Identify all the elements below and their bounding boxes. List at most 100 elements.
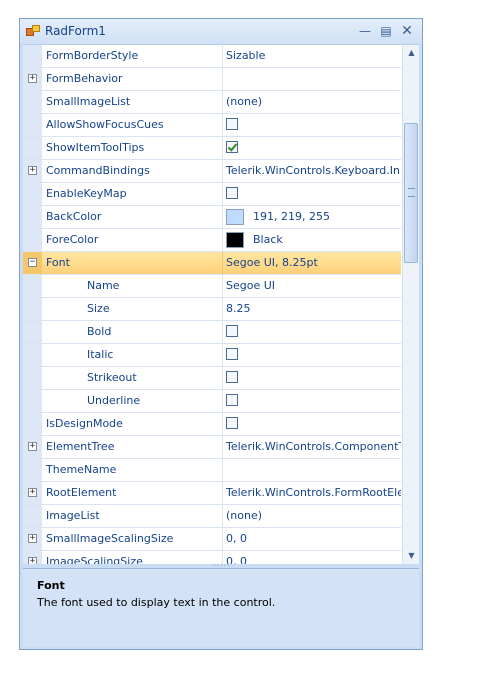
row-gutter: + — [23, 482, 42, 504]
column-divider — [222, 482, 223, 504]
minimize-icon: — — [359, 24, 371, 38]
column-divider — [222, 160, 223, 182]
property-value[interactable]: Telerik.WinControls.Keyboard.Inpu — [226, 160, 401, 182]
column-divider — [222, 298, 223, 320]
column-divider — [222, 344, 223, 366]
property-row[interactable]: BackColor 191, 219, 255 — [23, 206, 401, 229]
scroll-thumb[interactable] — [404, 123, 418, 263]
property-checkbox[interactable] — [226, 141, 238, 153]
property-row[interactable]: − Font Segoe UI, 8.25pt — [23, 252, 401, 275]
expand-icon[interactable]: + — [28, 74, 37, 83]
property-name: FormBehavior — [46, 72, 123, 85]
property-row[interactable]: ThemeName — [23, 459, 401, 482]
property-row[interactable]: + FormBehavior — [23, 68, 401, 91]
maximize-button[interactable]: ▤ — [378, 23, 394, 39]
property-value[interactable]: Black — [253, 229, 419, 251]
property-row[interactable]: Strikeout — [23, 367, 401, 390]
property-checkbox[interactable] — [226, 118, 238, 130]
property-value[interactable]: 0, 0 — [226, 551, 401, 565]
property-row[interactable]: ImageList (none) — [23, 505, 401, 528]
property-row[interactable]: + ElementTree Telerik.WinControls.Componen… — [23, 436, 401, 459]
maximize-icon: ▤ — [380, 24, 392, 38]
row-gutter — [23, 206, 42, 228]
property-name: SmallImageScalingSize — [46, 532, 174, 545]
property-row[interactable]: Size 8.25 — [23, 298, 401, 321]
property-value[interactable]: (none) — [226, 505, 401, 527]
help-description: The font used to display text in the con… — [37, 596, 276, 609]
property-value[interactable] — [226, 68, 401, 90]
property-value[interactable]: 8.25 — [226, 298, 401, 320]
property-name: ImageScalingSize — [46, 555, 143, 565]
property-name: ImageList — [46, 509, 100, 522]
row-gutter — [23, 114, 42, 136]
property-value[interactable]: Telerik.WinControls.FormRootElem — [226, 482, 401, 504]
row-gutter: + — [23, 68, 42, 90]
property-checkbox[interactable] — [226, 394, 238, 406]
radform-window: RadForm1 — ▤ ✕ FormBorderStyle Sizable + Fo… — [19, 18, 423, 650]
property-checkbox[interactable] — [226, 187, 238, 199]
property-name: CommandBindings — [46, 164, 150, 177]
property-row[interactable]: FormBorderStyle Sizable — [23, 45, 401, 68]
column-divider — [222, 229, 223, 251]
property-value[interactable]: 191, 219, 255 — [253, 206, 419, 228]
property-row[interactable]: ShowItemToolTips — [23, 137, 401, 160]
expand-icon[interactable]: + — [28, 166, 37, 175]
vertical-scrollbar[interactable]: ▲ ▼ — [402, 45, 419, 565]
property-value[interactable]: Segoe UI, 8.25pt — [226, 252, 401, 274]
property-value[interactable]: Telerik.WinControls.ComponentTh — [226, 436, 401, 458]
collapse-icon[interactable]: − — [28, 258, 37, 267]
property-row[interactable]: + RootElement Telerik.WinControls.FormRoot… — [23, 482, 401, 505]
property-row[interactable]: IsDesignMode — [23, 413, 401, 436]
help-panel: Font The font used to display text in th… — [23, 568, 419, 647]
property-value[interactable] — [226, 459, 401, 481]
property-row[interactable]: Bold — [23, 321, 401, 344]
column-divider — [222, 68, 223, 90]
property-value[interactable]: (none) — [226, 91, 401, 113]
property-row[interactable]: + ImageScalingSize 0, 0 — [23, 551, 401, 565]
scroll-up-arrow-icon[interactable]: ▲ — [403, 45, 419, 61]
property-row[interactable]: Name Segoe UI — [23, 275, 401, 298]
property-row[interactable]: ForeColor Black — [23, 229, 401, 252]
expand-icon[interactable]: + — [28, 442, 37, 451]
property-name: ThemeName — [46, 463, 117, 476]
expand-icon[interactable]: + — [28, 534, 37, 543]
property-checkbox[interactable] — [226, 371, 238, 383]
property-row[interactable]: + CommandBindings Telerik.WinControls.Keyb… — [23, 160, 401, 183]
scroll-down-arrow-icon[interactable]: ▼ — [403, 548, 419, 564]
property-row[interactable]: Italic — [23, 344, 401, 367]
column-divider — [222, 137, 223, 159]
property-name: RootElement — [46, 486, 117, 499]
column-divider — [222, 275, 223, 297]
property-checkbox[interactable] — [226, 325, 238, 337]
property-row[interactable]: SmallImageList (none) — [23, 91, 401, 114]
color-swatch — [226, 209, 244, 225]
column-divider — [222, 528, 223, 550]
property-row[interactable]: + SmallImageScalingSize 0, 0 — [23, 528, 401, 551]
title-bar[interactable]: RadForm1 — ▤ ✕ — [20, 19, 422, 44]
column-divider — [222, 436, 223, 458]
property-row[interactable]: Underline — [23, 390, 401, 413]
property-value[interactable]: 0, 0 — [226, 528, 401, 550]
close-button[interactable]: ✕ — [399, 23, 415, 39]
column-divider — [222, 114, 223, 136]
expand-icon[interactable]: + — [28, 488, 37, 497]
property-name: EnableKeyMap — [46, 187, 127, 200]
property-value[interactable]: Segoe UI — [226, 275, 401, 297]
property-name: IsDesignMode — [46, 417, 123, 430]
row-gutter — [23, 505, 42, 527]
property-row[interactable]: AllowShowFocusCues — [23, 114, 401, 137]
column-divider — [222, 321, 223, 343]
property-name: SmallImageList — [46, 95, 131, 108]
minimize-button[interactable]: — — [357, 23, 373, 39]
column-divider — [222, 459, 223, 481]
property-grid[interactable]: FormBorderStyle Sizable + FormBehavior Small… — [23, 44, 419, 565]
app-icon — [26, 25, 40, 37]
property-checkbox[interactable] — [226, 417, 238, 429]
property-checkbox[interactable] — [226, 348, 238, 360]
property-row[interactable]: EnableKeyMap — [23, 183, 401, 206]
row-gutter: + — [23, 436, 42, 458]
column-divider — [222, 91, 223, 113]
property-name: ForeColor — [46, 233, 99, 246]
row-gutter: + — [23, 528, 42, 550]
property-value[interactable]: Sizable — [226, 45, 401, 67]
